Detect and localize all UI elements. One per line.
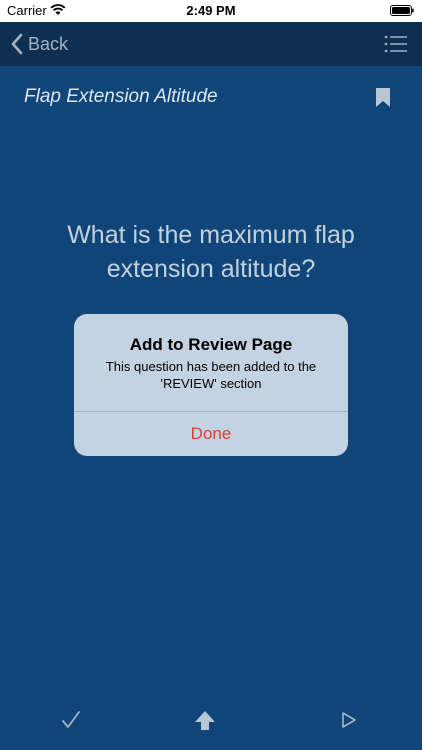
play-button[interactable]: [341, 711, 357, 729]
question-title: Flap Extension Altitude: [24, 86, 218, 107]
alert-title: Add to Review Page: [129, 335, 293, 354]
list-icon: [384, 35, 407, 53]
check-icon: [62, 711, 80, 728]
back-label: Back: [28, 33, 69, 54]
up-arrow-button[interactable]: [194, 710, 216, 732]
chevron-left-icon: [11, 33, 23, 55]
bookmark-icon: [376, 88, 390, 107]
play-icon: [342, 712, 356, 728]
status-bar: Carrier 2:49 PM: [0, 0, 422, 22]
question-text: What is the maximum flap extension altit…: [67, 221, 355, 283]
status-time: 2:49 PM: [186, 3, 236, 18]
alert-dialog: Add to Review Page This question has bee…: [74, 314, 348, 456]
check-button[interactable]: [60, 710, 82, 730]
menu-button[interactable]: [384, 33, 408, 55]
battery-icon: [390, 5, 414, 16]
alert-message: This question has been added to the 'REV…: [105, 359, 317, 391]
up-arrow-icon: [195, 711, 215, 730]
bookmark-button[interactable]: [376, 88, 390, 107]
done-button[interactable]: Done: [74, 412, 348, 456]
back-button[interactable]: Back: [10, 30, 68, 58]
nav-bar: Back: [0, 22, 422, 66]
